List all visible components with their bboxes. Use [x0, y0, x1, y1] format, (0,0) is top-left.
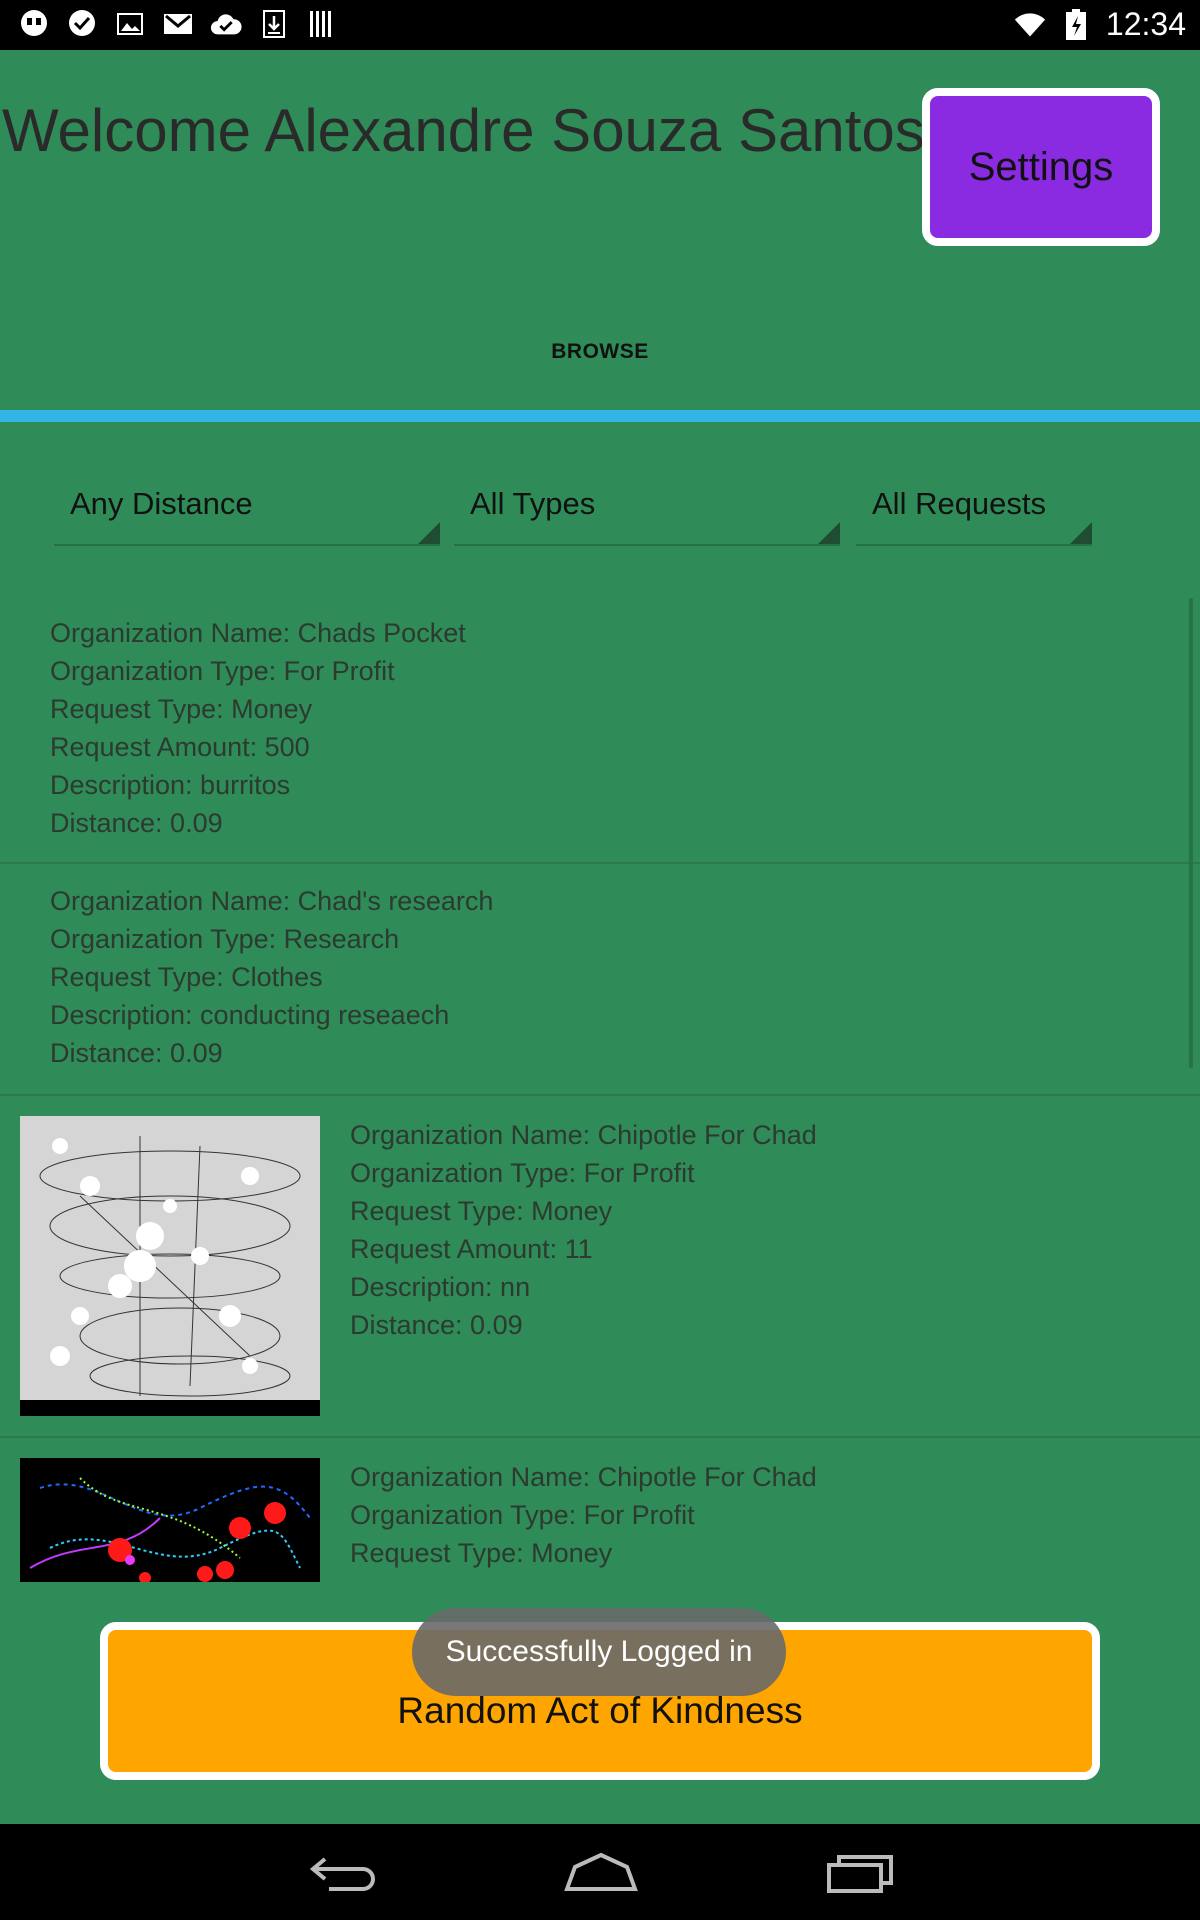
organization-type: Organization Type: For Profit [50, 656, 395, 686]
battery-icon [1060, 8, 1092, 41]
request-details: Organization Name: Chipotle For Chad Org… [350, 1458, 817, 1572]
login-toast: Successfully Logged in [412, 1608, 786, 1696]
type-filter-value: All Types [470, 486, 596, 521]
distance-filter-value: Any Distance [70, 486, 253, 521]
organization-name: Organization Name: Chipotle For Chad [350, 1120, 817, 1150]
barcode-icon [306, 8, 338, 40]
request-details: Organization Name: Chipotle For Chad Org… [350, 1116, 817, 1344]
tab-browse[interactable]: BROWSE [0, 340, 1200, 364]
dropdown-arrow-icon [418, 522, 440, 544]
welcome-title: Welcome Alexandre Souza Santos [2, 97, 925, 164]
navigation-bar [0, 1824, 1200, 1920]
list-item[interactable]: Organization Name: Chad's research Organ… [0, 864, 1200, 1096]
back-icon [309, 1857, 375, 1891]
recents-icon [827, 1855, 893, 1893]
type-filter-spinner[interactable]: All Types [454, 470, 840, 546]
back-button[interactable] [298, 1842, 388, 1902]
request-amount: Request Amount: 11 [350, 1234, 593, 1264]
gmail-icon [162, 8, 194, 40]
request-list[interactable]: Organization Name: Chads Pocket Organiza… [0, 600, 1200, 1600]
list-item[interactable]: Organization Name: Chipotle For Chad Org… [0, 1096, 1200, 1438]
settings-button[interactable]: Settings [922, 88, 1160, 246]
dropdown-arrow-icon [1070, 522, 1092, 544]
wifi-icon [1014, 9, 1046, 41]
status-bar: 12:34 [0, 0, 1200, 50]
dark-sketch-thumbnail [20, 1458, 320, 1582]
request-filter-value: All Requests [872, 486, 1047, 521]
clock: 12:34 [1105, 6, 1186, 42]
request-details: Organization Name: Chads Pocket Organiza… [50, 614, 466, 842]
request-filter-spinner[interactable]: All Requests [856, 470, 1092, 546]
request-distance: Distance: 0.09 [50, 1038, 223, 1068]
light-sketch-thumbnail [20, 1116, 320, 1416]
image-icon [114, 8, 146, 40]
request-type: Request Type: Clothes [50, 962, 323, 992]
request-type: Request Type: Money [350, 1196, 613, 1226]
list-item[interactable]: Organization Name: Chipotle For Chad Org… [0, 1438, 1200, 1600]
request-description: Description: conducting reseaech [50, 1000, 450, 1030]
request-distance: Distance: 0.09 [350, 1310, 523, 1340]
organization-name: Organization Name: Chads Pocket [50, 618, 466, 648]
checkmark-icon [66, 8, 98, 40]
request-image [20, 1116, 320, 1416]
recents-button[interactable] [814, 1842, 904, 1902]
request-amount: Request Amount: 500 [50, 732, 310, 762]
download-icon [258, 8, 290, 40]
request-image [20, 1458, 320, 1582]
list-scrollbar[interactable] [1189, 598, 1193, 1068]
organization-name: Organization Name: Chad's research [50, 886, 494, 916]
distance-filter-spinner[interactable]: Any Distance [54, 470, 440, 546]
home-button[interactable] [556, 1842, 646, 1902]
request-description: Description: nn [350, 1272, 531, 1302]
organization-type: Organization Type: For Profit [350, 1158, 695, 1188]
list-item[interactable]: Organization Name: Chads Pocket Organiza… [0, 600, 1200, 864]
hangouts-icon [18, 8, 50, 40]
system-icons: 12:34 [1014, 6, 1186, 43]
cloud-check-icon [210, 8, 242, 40]
request-distance: Distance: 0.09 [50, 808, 223, 838]
request-type: Request Type: Money [50, 694, 313, 724]
organization-type: Organization Type: For Profit [350, 1500, 695, 1530]
notification-icons [18, 8, 338, 40]
home-icon [564, 1852, 638, 1891]
request-description: Description: burritos [50, 770, 291, 800]
organization-type: Organization Type: Research [50, 924, 400, 954]
request-type: Request Type: Money [350, 1538, 613, 1568]
dropdown-arrow-icon [818, 522, 840, 544]
tab-indicator [0, 410, 1200, 422]
request-details: Organization Name: Chad's research Organ… [50, 882, 493, 1072]
organization-name: Organization Name: Chipotle For Chad [350, 1462, 817, 1492]
